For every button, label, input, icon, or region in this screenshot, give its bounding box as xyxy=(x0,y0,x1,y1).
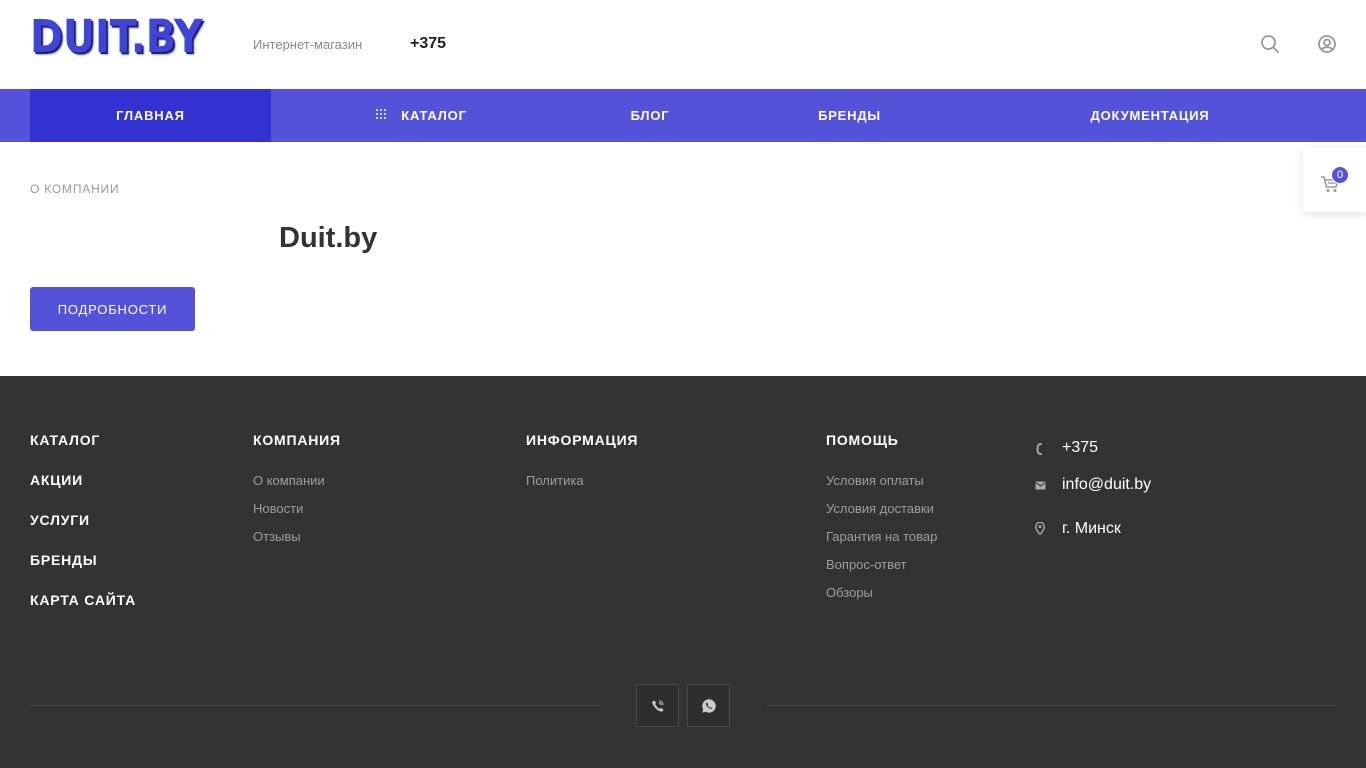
search-icon[interactable] xyxy=(1259,33,1281,55)
footer-address: г. Минск xyxy=(1062,520,1121,537)
nav-item-blog[interactable]: БЛОГ xyxy=(571,89,729,142)
footer-divider-left xyxy=(30,705,600,706)
footer-link-policy[interactable]: Политика xyxy=(526,473,584,488)
footer-link-services[interactable]: УСЛУГИ xyxy=(30,512,90,528)
footer-link-payment[interactable]: Условия оплаты xyxy=(826,473,924,488)
nav-item-label: БЛОГ xyxy=(630,108,670,123)
cart-count-badge: 0 xyxy=(1331,166,1349,184)
footer-link-faq[interactable]: Вопрос-ответ xyxy=(826,557,907,572)
footer-link-reviews-articles[interactable]: Обзоры xyxy=(826,585,873,600)
viber-icon[interactable] xyxy=(636,684,679,727)
footer-heading-help[interactable]: ПОМОЩЬ xyxy=(826,432,899,448)
footer-link-reviews[interactable]: Отзывы xyxy=(253,529,301,544)
details-button[interactable]: ПОДРОБНОСТИ xyxy=(30,287,195,331)
site-footer: КАТАЛОГ АКЦИИ УСЛУГИ БРЕНДЫ КАРТА САЙТА … xyxy=(0,376,1366,768)
nav-item-brands[interactable]: БРЕНДЫ xyxy=(729,89,970,142)
footer-link-catalog[interactable]: КАТАЛОГ xyxy=(30,432,100,448)
whatsapp-icon[interactable] xyxy=(687,684,730,727)
footer-heading-company[interactable]: КОМПАНИЯ xyxy=(253,432,341,448)
mail-icon xyxy=(1033,478,1047,492)
main-nav: ГЛАВНАЯ КАТАЛОГ БЛОГ БРЕНДЫ ДОКУМЕНТАЦИЯ xyxy=(0,89,1366,142)
location-icon xyxy=(1033,521,1047,535)
footer-link-sitemap[interactable]: КАРТА САЙТА xyxy=(30,592,136,608)
breadcrumb[interactable]: О КОМПАНИИ xyxy=(30,182,119,196)
tagline: Интернет-магазин xyxy=(253,37,363,52)
nav-item-home[interactable]: ГЛАВНАЯ xyxy=(30,89,271,142)
footer-link-brands[interactable]: БРЕНДЫ xyxy=(30,552,97,568)
phone-icon xyxy=(1033,442,1047,456)
page-title: Duit.by xyxy=(279,222,378,254)
footer-heading-info[interactable]: ИНФОРМАЦИЯ xyxy=(526,432,638,448)
nav-item-catalog[interactable]: КАТАЛОГ xyxy=(271,89,571,142)
site-header: DUIT.BY Интернет-магазин +375 xyxy=(0,0,1366,89)
nav-item-label: БРЕНДЫ xyxy=(818,108,881,123)
footer-link-promos[interactable]: АКЦИИ xyxy=(30,472,83,488)
footer-email[interactable]: info@duit.by xyxy=(1062,476,1151,494)
nav-item-label: КАТАЛОГ xyxy=(401,108,467,123)
nav-item-label: ДОКУМЕНТАЦИЯ xyxy=(1090,108,1210,123)
footer-link-warranty[interactable]: Гарантия на товар xyxy=(826,529,937,544)
footer-link-news[interactable]: Новости xyxy=(253,501,303,516)
nav-item-label: ГЛАВНАЯ xyxy=(116,108,185,123)
footer-link-about[interactable]: О компании xyxy=(253,473,325,488)
footer-divider-right xyxy=(767,705,1336,706)
logo[interactable]: DUIT.BY xyxy=(30,14,203,60)
cart-widget[interactable]: 0 xyxy=(1303,148,1366,212)
grid-icon xyxy=(375,108,387,123)
footer-link-delivery[interactable]: Условия доставки xyxy=(826,501,934,516)
nav-item-docs[interactable]: ДОКУМЕНТАЦИЯ xyxy=(970,89,1330,142)
header-phone[interactable]: +375 xyxy=(410,35,446,53)
user-icon[interactable] xyxy=(1316,33,1338,55)
footer-phone[interactable]: +375 xyxy=(1062,439,1098,457)
